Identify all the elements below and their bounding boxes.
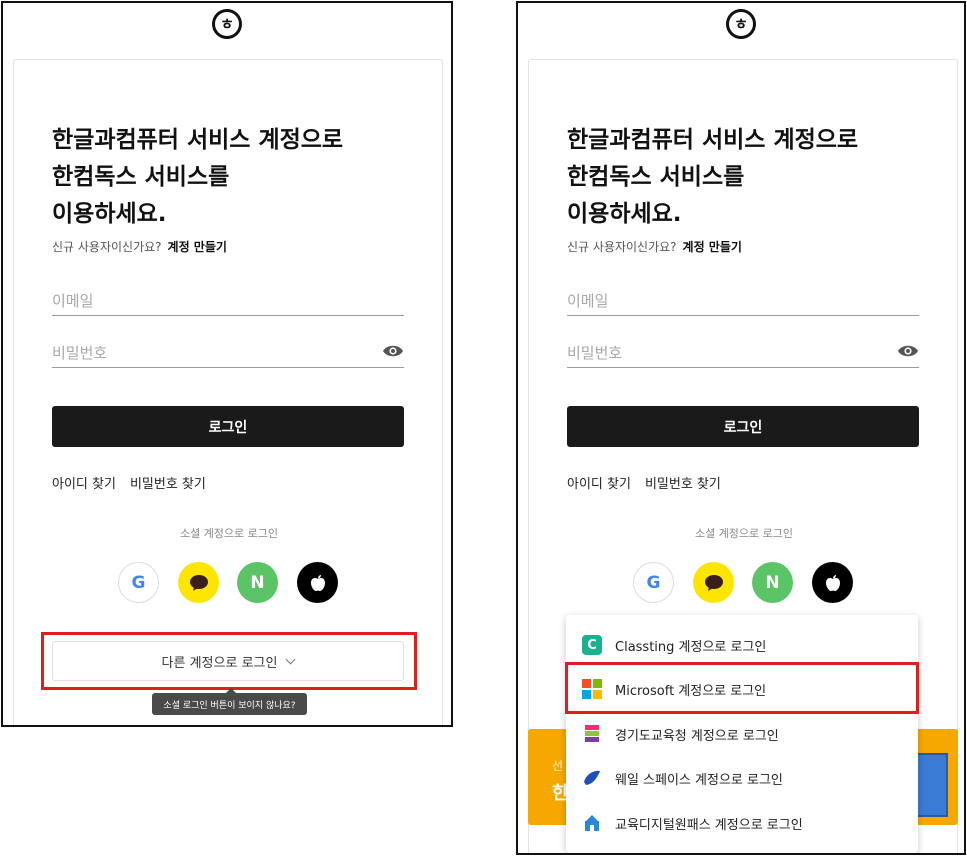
hancom-logo-icon: ㅎ [212,9,242,39]
email-field[interactable]: 이메일 [52,286,404,316]
apple-icon [310,574,325,591]
highlight-box [41,632,417,690]
naver-icon: N [250,572,265,593]
classting-login-option[interactable]: C Classting 계정으로 로그인 [566,623,918,667]
password-placeholder: 비밀번호 [567,344,623,362]
apple-login-button[interactable] [297,562,338,603]
password-field[interactable]: 비밀번호 [567,338,919,368]
social-help-tooltip: 소셜 로그인 버튼이 보이지 않나요? [152,688,307,715]
email-placeholder: 이메일 [52,292,94,310]
eye-icon[interactable] [382,344,404,358]
whale-icon [584,770,600,785]
social-login-row: G N [118,562,342,604]
login-button[interactable]: 로그인 [567,406,919,447]
apple-login-button[interactable] [812,562,853,603]
create-account-link[interactable]: 계정 만들기 [168,240,227,254]
create-account-link[interactable]: 계정 만들기 [683,240,742,254]
social-login-row: G N [633,562,857,604]
page-title: 한글과컴퓨터 서비스 계정으로 한컴독스 서비스를 이용하세요. [52,127,344,227]
edu-onepass-icon [585,815,599,831]
kakao-login-button[interactable] [178,562,219,603]
find-password-link[interactable]: 비밀번호 찾기 [130,477,206,492]
login-card: 한글과컴퓨터 서비스 계정으로 한컴독스 서비스를 이용하세요. 신규 사용자이… [13,59,443,725]
kakao-login-button[interactable] [693,562,734,603]
google-login-button[interactable]: G [633,562,674,603]
naver-login-button[interactable]: N [752,562,793,603]
google-icon: G [646,572,661,593]
login-screen-left: ㅎ 한글과컴퓨터 서비스 계정으로 한컴독스 서비스를 이용하세요. 신규 사용… [1,1,453,727]
google-login-button[interactable]: G [118,562,159,603]
social-login-label: 소셜 계정으로 로그인 [694,527,794,540]
building-illustration [914,753,948,817]
find-password-link[interactable]: 비밀번호 찾기 [645,477,721,492]
gyeonggi-edu-login-option[interactable]: 경기도교육청 계정으로 로그인 [566,712,918,756]
signup-prompt: 신규 사용자이신가요? 계정 만들기 [52,240,227,254]
email-placeholder: 이메일 [567,292,609,310]
signup-prompt: 신규 사용자이신가요? 계정 만들기 [567,240,742,254]
find-links: 아이디 찾기 비밀번호 찾기 [567,473,721,492]
whale-space-login-option[interactable]: 웨일 스페이스 계정으로 로그인 [566,756,918,800]
hancom-logo-icon: ㅎ [726,9,756,39]
naver-icon: N [765,572,780,593]
other-login-dropdown: C Classting 계정으로 로그인 Microsoft 계정으로 로그인 … [566,615,918,853]
eye-icon[interactable] [897,344,919,358]
gyeonggi-edu-icon [582,724,602,744]
password-field[interactable]: 비밀번호 [52,338,404,368]
kakao-chat-icon [704,574,723,591]
naver-login-button[interactable]: N [237,562,278,603]
highlight-box [565,662,919,714]
email-field[interactable]: 이메일 [567,286,919,316]
find-links: 아이디 찾기 비밀번호 찾기 [52,473,206,492]
classting-icon: C [582,635,602,655]
social-login-label: 소셜 계정으로 로그인 [179,527,279,540]
find-id-link[interactable]: 아이디 찾기 [567,477,631,492]
password-placeholder: 비밀번호 [52,344,108,362]
kakao-chat-icon [189,574,208,591]
find-id-link[interactable]: 아이디 찾기 [52,477,116,492]
page-title: 한글과컴퓨터 서비스 계정으로 한컴독스 서비스를 이용하세요. [567,127,859,227]
google-icon: G [131,572,146,593]
apple-icon [825,574,840,591]
login-button[interactable]: 로그인 [52,406,404,447]
edu-onepass-login-option[interactable]: 교육디지털원패스 계정으로 로그인 [566,801,918,845]
login-screen-right: ㅎ 한글과컴퓨터 서비스 계정으로 한컴독스 서비스를 이용하세요. 신규 사용… [516,1,966,855]
